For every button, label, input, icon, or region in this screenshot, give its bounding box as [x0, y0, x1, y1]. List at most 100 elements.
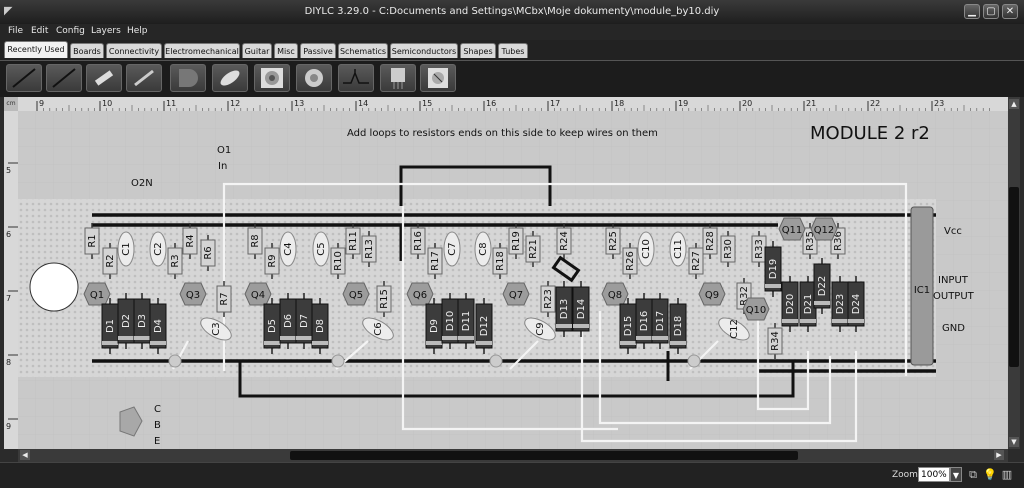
resistor-r7[interactable]: R7	[216, 281, 232, 317]
tool-trimmer[interactable]	[420, 64, 456, 92]
memory-icon[interactable]: ▥	[1000, 468, 1014, 482]
tool-capacitor[interactable]	[212, 64, 248, 92]
capacitor-c4[interactable]: C4	[279, 231, 297, 267]
diode-d24[interactable]: D24	[847, 276, 865, 332]
scroll-down-icon[interactable]: ▼	[1009, 437, 1019, 447]
tab-misc[interactable]: Misc	[274, 43, 298, 58]
resistor-r33[interactable]: R33	[751, 231, 767, 267]
diode-d23[interactable]: D23	[831, 276, 849, 332]
transistor-q10[interactable]: Q10	[742, 297, 770, 321]
chevron-down-icon[interactable]: ▼	[950, 467, 962, 482]
scroll-right-icon[interactable]: ▶	[994, 450, 1004, 460]
resistor-r16[interactable]: R16	[410, 223, 426, 259]
ruler-unit[interactable]: cm	[4, 97, 18, 111]
transistor-q3[interactable]: Q3	[179, 282, 207, 306]
diode-d3[interactable]: D3	[133, 293, 151, 349]
tool-dc-jack[interactable]	[170, 64, 206, 92]
tab-passive[interactable]: Passive	[300, 43, 336, 58]
diode-d5[interactable]: D5	[263, 298, 281, 354]
diode-d16[interactable]: D16	[635, 293, 653, 349]
diode-d18[interactable]: D18	[669, 298, 687, 354]
diode-d22[interactable]: D22	[813, 258, 831, 314]
horizontal-scroll-thumb[interactable]	[290, 451, 798, 460]
scroll-left-icon[interactable]: ◀	[20, 450, 30, 460]
resistor-r25[interactable]: R25	[605, 223, 621, 259]
resistor-r9[interactable]: R9	[264, 243, 280, 279]
resistor-r15[interactable]: R15	[376, 281, 392, 317]
resistor-r19[interactable]: R19	[508, 223, 524, 259]
capacitor-c5[interactable]: C5	[312, 231, 330, 267]
diode-d9[interactable]: D9	[425, 298, 443, 354]
horizontal-scrollbar[interactable]: ◀ ▶	[18, 449, 1008, 462]
tool-jumper[interactable]	[46, 64, 82, 92]
resistor-r18[interactable]: R18	[492, 243, 508, 279]
resistor-r4[interactable]: R4	[182, 223, 198, 259]
scroll-up-icon[interactable]: ▲	[1009, 99, 1019, 109]
menu-edit[interactable]: Edit	[31, 26, 48, 36]
tab-connectivity[interactable]: Connectivity	[106, 43, 162, 58]
vertical-scrollbar[interactable]: ▲ ▼	[1008, 97, 1020, 449]
diode-d6[interactable]: D6	[279, 293, 297, 349]
diode-d14[interactable]: D14	[572, 281, 590, 337]
resistor-r13[interactable]: R13	[361, 231, 377, 267]
diode-d11[interactable]: D11	[457, 293, 475, 349]
diode-d15[interactable]: D15	[619, 298, 637, 354]
capacitor-c8[interactable]: C8	[474, 231, 492, 267]
minimize-button[interactable]: ▁	[964, 4, 980, 19]
tool-battery[interactable]	[86, 64, 122, 92]
resistor-r6[interactable]: R6	[200, 235, 216, 271]
tool-probe[interactable]	[126, 64, 162, 92]
tool-pot[interactable]	[254, 64, 290, 92]
capacitor-c7[interactable]: C7	[443, 231, 461, 267]
resistor-r21[interactable]: R21	[525, 231, 541, 267]
tab-semiconductors[interactable]: Semiconductors	[390, 43, 458, 58]
resistor-r2[interactable]: R2	[102, 243, 118, 279]
tool-regulator[interactable]	[380, 64, 416, 92]
diode-d2[interactable]: D2	[117, 293, 135, 349]
resistor-r26[interactable]: R26	[622, 243, 638, 279]
diode-d17[interactable]: D17	[651, 293, 669, 349]
diode-d12[interactable]: D12	[475, 298, 493, 354]
resistor-r30[interactable]: R30	[720, 231, 736, 267]
diode-d4[interactable]: D4	[149, 298, 167, 354]
capacitor-c1[interactable]: C1	[117, 231, 135, 267]
transistor-q5[interactable]: Q5	[342, 282, 370, 306]
tab-boards[interactable]: Boards	[70, 43, 104, 58]
menu-file[interactable]: File	[8, 26, 23, 36]
tab-shapes[interactable]: Shapes	[460, 43, 496, 58]
diode-d7[interactable]: D7	[295, 293, 313, 349]
transistor-q4[interactable]: Q4	[244, 282, 272, 306]
resistor-r28[interactable]: R28	[702, 223, 718, 259]
transistor-q12[interactable]: Q12	[810, 217, 838, 241]
diode-d13[interactable]: D13	[555, 281, 573, 337]
vertical-scroll-thumb[interactable]	[1009, 187, 1019, 367]
drawing-canvas[interactable]: R1 R2 R3 R4 R6 R7 R8 R9 R10 R11 R13 R15 R16 R17 R18 R19…	[18, 111, 1008, 449]
resistor-r27[interactable]: R27	[688, 243, 704, 279]
tab-schematics[interactable]: Schematics	[338, 43, 388, 58]
resistor-r8[interactable]: R8	[247, 223, 263, 259]
menu-config[interactable]: Config	[56, 26, 85, 36]
bulb-icon[interactable]: 💡	[983, 468, 997, 482]
tool-schematic[interactable]	[338, 64, 374, 92]
capacitor-c2[interactable]: C2	[149, 231, 167, 267]
close-button[interactable]: ✕	[1002, 4, 1018, 19]
resistor-r10[interactable]: R10	[330, 243, 346, 279]
tool-wire[interactable]	[6, 64, 42, 92]
tab-tubes[interactable]: Tubes	[498, 43, 528, 58]
maximize-button[interactable]: ▢	[983, 4, 999, 19]
resistor-r17[interactable]: R17	[427, 243, 443, 279]
transistor-q6[interactable]: Q6	[406, 282, 434, 306]
resistor-r11[interactable]: R11	[345, 223, 361, 259]
diode-d8[interactable]: D8	[311, 298, 329, 354]
tool-connector[interactable]	[296, 64, 332, 92]
transistor-q7[interactable]: Q7	[502, 282, 530, 306]
diode-d10[interactable]: D10	[441, 293, 459, 349]
menu-layers[interactable]: Layers	[91, 26, 121, 36]
resistor-r1[interactable]: R1	[84, 223, 100, 259]
resistor-r3[interactable]: R3	[167, 243, 183, 279]
menu-help[interactable]: Help	[127, 26, 148, 36]
diode-d19[interactable]: D19	[764, 241, 782, 297]
capacitor-c11[interactable]: C11	[669, 231, 687, 267]
capacitor-c10[interactable]: C10	[637, 231, 655, 267]
transistor-q11[interactable]: Q11	[778, 217, 806, 241]
